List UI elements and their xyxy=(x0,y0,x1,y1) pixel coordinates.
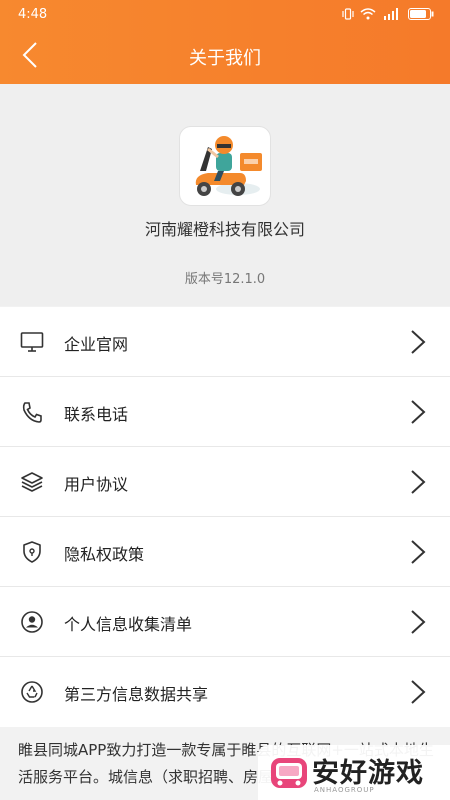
watermark-subtitle: ANHAOGROUP xyxy=(314,786,375,794)
chevron-right-icon xyxy=(411,680,426,704)
chevron-right-icon xyxy=(411,610,426,634)
battery-icon xyxy=(408,8,434,20)
company-name: 河南耀橙科技有限公司 xyxy=(144,220,305,239)
chevron-right-icon xyxy=(411,400,426,424)
header-bar: 4:48 关于我们 xyxy=(0,0,450,84)
recycle-icon xyxy=(21,681,43,703)
user-circle-icon xyxy=(21,611,43,633)
menu-item-label: 联系电话 xyxy=(64,405,129,424)
version-label: 版本号12.1.0 xyxy=(184,272,266,287)
menu-item-website[interactable]: 企业官网 xyxy=(0,307,450,377)
menu-item-label: 隐私权政策 xyxy=(64,545,145,564)
menu-list: 企业官网 联系电话 用户协议 隐私权政策 个人信息收集清单 第三方信息数据共享 xyxy=(0,307,450,727)
phone-icon xyxy=(22,402,42,423)
gamepad-logo-icon xyxy=(271,758,307,788)
status-time: 4:48 xyxy=(18,7,48,22)
wifi-icon xyxy=(360,8,376,20)
delivery-scooter-icon xyxy=(195,136,262,196)
signal-icon xyxy=(384,8,398,20)
shield-icon xyxy=(23,541,41,563)
menu-item-privacy-policy[interactable]: 隐私权政策 xyxy=(0,517,450,587)
chevron-right-icon xyxy=(411,540,426,564)
menu-item-user-agreement[interactable]: 用户协议 xyxy=(0,447,450,517)
layers-icon xyxy=(21,472,43,492)
menu-item-label: 企业官网 xyxy=(64,335,129,354)
menu-item-label: 个人信息收集清单 xyxy=(64,615,193,634)
status-bar: 4:48 xyxy=(0,0,450,30)
menu-item-label: 第三方信息数据共享 xyxy=(64,685,209,704)
menu-item-personal-info-list[interactable]: 个人信息收集清单 xyxy=(0,587,450,657)
page-title: 关于我们 xyxy=(189,48,261,69)
menu-item-phone[interactable]: 联系电话 xyxy=(0,377,450,447)
watermark: 安好游戏 ANHAOGROUP xyxy=(258,745,450,800)
chevron-right-icon xyxy=(411,330,426,354)
menu-item-label: 用户协议 xyxy=(64,475,129,494)
app-logo xyxy=(179,126,271,206)
monitor-icon xyxy=(20,332,44,352)
status-icons xyxy=(342,8,434,20)
menu-item-third-party-sharing[interactable]: 第三方信息数据共享 xyxy=(0,657,450,727)
vibrate-icon xyxy=(342,8,354,20)
watermark-title: 安好游戏 xyxy=(312,758,424,789)
chevron-right-icon xyxy=(411,470,426,494)
about-section: 河南耀橙科技有限公司 版本号12.1.0 xyxy=(0,84,450,306)
